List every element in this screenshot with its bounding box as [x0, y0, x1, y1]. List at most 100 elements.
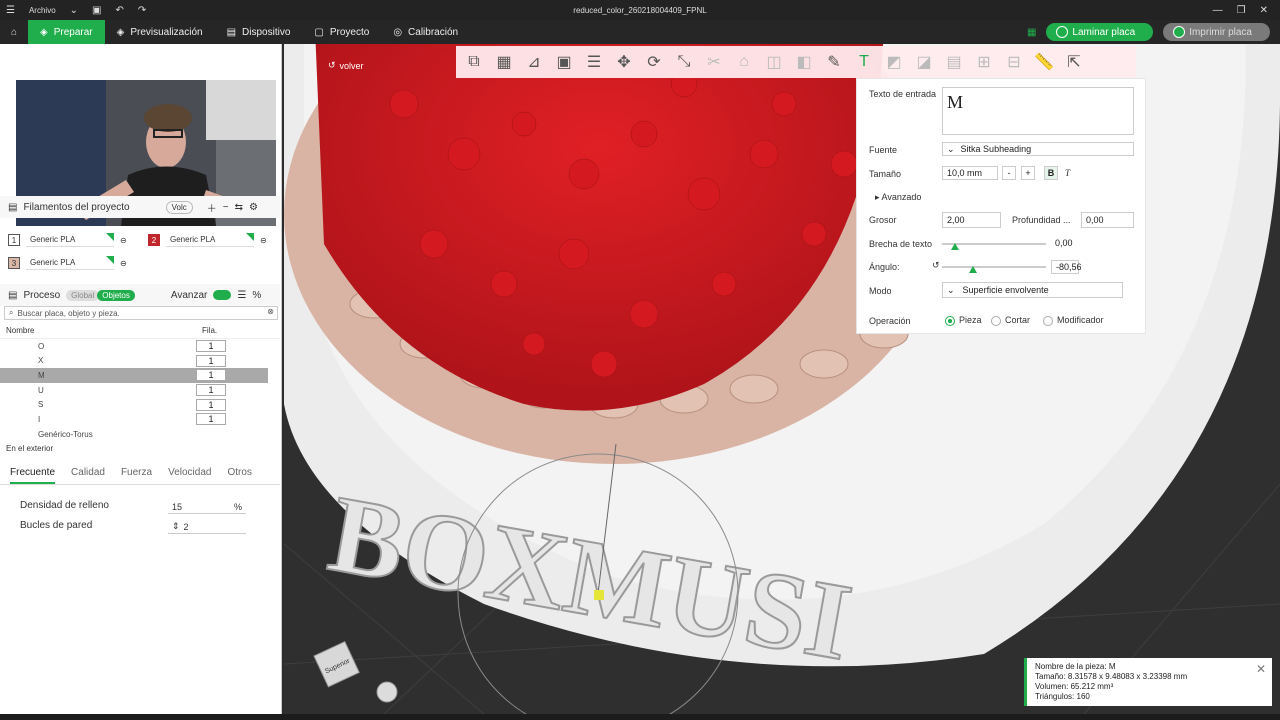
mode-select[interactable]: ⌄ Superficie envolvente [942, 282, 1123, 298]
tab-others[interactable]: Otros [227, 467, 251, 484]
op-cut-radio[interactable]: Cortar [991, 315, 1030, 326]
volc-button[interactable]: Volc [165, 200, 193, 214]
undo-icon[interactable]: ↶ [116, 5, 124, 16]
mesh-icon[interactable]: ▤ [942, 51, 966, 73]
filament-select[interactable]: Generic PLA [26, 233, 114, 247]
external-icon[interactable]: ⇱ [1062, 51, 1086, 73]
stepper-icon[interactable]: ⇕ [172, 521, 180, 532]
assembly-icon[interactable]: ⊞ [972, 51, 996, 73]
thickness-input[interactable]: 2,00 [942, 212, 1001, 228]
table-row[interactable]: Genérico-Torus [0, 427, 280, 442]
measure-icon[interactable]: 📏 [1032, 51, 1056, 73]
global-toggle[interactable]: Global [66, 289, 100, 301]
layers-icon[interactable]: ☰ [582, 51, 606, 73]
close-icon[interactable]: ✕ [1260, 5, 1268, 16]
tab-frequent[interactable]: Frecuente [10, 467, 56, 484]
filament-item-3[interactable]: 3 Generic PLA ⊖ [8, 256, 127, 270]
advanced-toggle[interactable] [213, 290, 232, 300]
advanced-toggle[interactable]: ▸ Avanzado [875, 192, 921, 203]
maximize-icon[interactable]: ❐ [1237, 5, 1246, 16]
save-icon[interactable]: ▣ [92, 5, 101, 16]
chevron-down-icon[interactable]: ⌄ [70, 5, 78, 16]
remove-icon[interactable]: − [223, 202, 229, 213]
depth-input[interactable]: 0,00 [1081, 212, 1134, 228]
infill-density-input[interactable]: 15 % [168, 500, 246, 514]
row-fila[interactable]: 1 [196, 369, 226, 382]
size-increase-button[interactable]: + [1021, 166, 1035, 180]
boolean-icon[interactable]: ◧ [792, 51, 816, 73]
objects-toggle[interactable]: Objetos [97, 289, 135, 301]
grid-icon[interactable]: ▦ [492, 51, 516, 73]
text-gap-thumb[interactable] [951, 243, 959, 250]
table-row[interactable]: U1 [0, 383, 280, 398]
edit-icon[interactable]: ⊖ [260, 236, 267, 245]
orient-icon[interactable]: ⊿ [522, 51, 546, 73]
table-row[interactable]: X1 [0, 353, 280, 368]
close-icon[interactable]: ✕ [1254, 662, 1268, 676]
file-menu[interactable]: Archivo [29, 6, 56, 15]
table-row[interactable]: I1 [0, 412, 280, 427]
slice-plate-button[interactable]: Laminar placa [1046, 23, 1154, 41]
angle-thumb[interactable] [969, 266, 977, 273]
menu-icon[interactable]: ☰ [6, 5, 15, 16]
row-fila[interactable]: 1 [196, 340, 226, 353]
edit-icon[interactable]: ⊖ [120, 259, 127, 268]
search-input[interactable]: ⌕ Buscar placa, objeto y pieza. ⊗ [4, 306, 278, 320]
row-fila[interactable]: 1 [196, 398, 226, 411]
emboss-icon[interactable]: ◪ [912, 51, 936, 73]
table-row[interactable]: En el exterior [0, 442, 280, 457]
reset-angle-icon[interactable]: ↺ [932, 260, 940, 271]
tab-strength[interactable]: Fuerza [121, 467, 152, 484]
home-tab[interactable]: ⌂ [0, 20, 28, 44]
filament-select[interactable]: Generic PLA [26, 256, 114, 270]
scale-icon[interactable]: ⤡ [672, 51, 696, 73]
rotate-icon[interactable]: ⟳ [642, 51, 666, 73]
filament-item-2[interactable]: 2 Generic PLA ⊖ [148, 233, 267, 247]
paint-icon[interactable]: ✎ [822, 51, 846, 73]
angle-value[interactable]: -80,56 [1051, 260, 1082, 274]
seam-icon[interactable]: ◫ [762, 51, 786, 73]
explode-icon[interactable]: ⊟ [1002, 51, 1026, 73]
arrange-icon[interactable]: ▣ [552, 51, 576, 73]
size-input[interactable]: 10,0 mm [942, 166, 998, 180]
svg-icon[interactable]: ◩ [882, 51, 906, 73]
redo-icon[interactable]: ↷ [138, 5, 146, 16]
row-fila[interactable]: 1 [196, 413, 226, 426]
print-plate-button[interactable]: Imprimir placa [1163, 23, 1270, 41]
tab-preview[interactable]: ◈ Previsualización [105, 20, 215, 44]
percent-icon[interactable]: % [252, 290, 261, 301]
angle-slider[interactable] [942, 266, 1046, 268]
tab-device[interactable]: ▤ Dispositivo [215, 20, 303, 44]
move-icon[interactable]: ✥ [612, 51, 636, 73]
font-select[interactable]: ⌄ Sitka Subheading [942, 142, 1134, 156]
add-icon[interactable]: ＋ [207, 200, 217, 215]
list-icon[interactable]: ☰ [237, 290, 246, 301]
wall-loops-stepper[interactable]: ⇕ 2 [168, 520, 246, 534]
filament-select[interactable]: Generic PLA [166, 233, 254, 247]
tab-speed[interactable]: Velocidad [168, 467, 211, 484]
table-row[interactable]: O1 [0, 339, 280, 354]
sliced-file-icon[interactable]: ▦ [1027, 27, 1036, 38]
cut-icon[interactable]: ✂ [702, 51, 726, 73]
size-decrease-button[interactable]: - [1002, 166, 1016, 180]
input-text-field[interactable]: M [942, 87, 1134, 135]
edit-icon[interactable]: ⊖ [120, 236, 127, 245]
op-piece-radio[interactable]: Pieza [945, 315, 982, 326]
table-row-selected[interactable]: M1 [0, 368, 268, 383]
text-gap-value[interactable]: 0,00 [1051, 236, 1079, 250]
support-icon[interactable]: ⌂ [732, 51, 756, 73]
bold-button[interactable]: B [1044, 166, 1058, 180]
filament-item-1[interactable]: 1 Generic PLA ⊖ [8, 233, 127, 247]
table-row[interactable]: S1 [0, 397, 280, 412]
tab-project[interactable]: ▢ Proyecto [302, 20, 381, 44]
tab-calibration[interactable]: ◎ Calibración [381, 20, 470, 44]
add-cube-icon[interactable]: ⧉ [462, 51, 486, 73]
minimize-icon[interactable]: — [1213, 5, 1223, 16]
sync-icon[interactable]: ⇆ [235, 202, 243, 213]
settings-icon[interactable]: ⚙ [249, 202, 258, 213]
row-fila[interactable]: 1 [196, 354, 226, 367]
row-fila[interactable]: 1 [196, 384, 226, 397]
tab-quality[interactable]: Calidad [71, 467, 105, 484]
italic-button[interactable]: T [1065, 168, 1070, 178]
back-button[interactable]: ↺ volver [328, 60, 364, 71]
